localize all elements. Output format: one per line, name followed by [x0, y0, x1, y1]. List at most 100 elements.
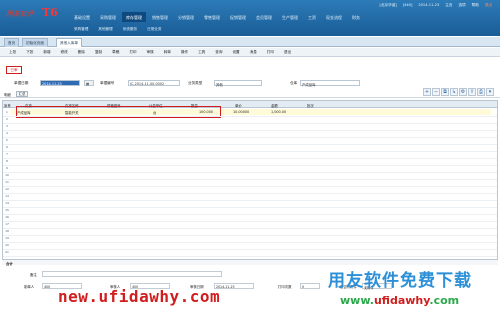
toolbar-button[interactable]: 打印 — [262, 48, 279, 56]
toolbar-button[interactable]: 上张 — [4, 48, 21, 56]
col-batch[interactable]: 批次 — [307, 103, 314, 108]
audited-badge: 已审 — [6, 66, 22, 74]
watermark-url: new.ufidawhy.com — [58, 287, 221, 306]
tab-other-inbound[interactable]: 其他入库单 — [56, 38, 82, 47]
insert-row-icon[interactable]: ↳ — [450, 88, 458, 96]
row-divider — [3, 136, 497, 138]
toolbar-button[interactable]: 工具 — [193, 48, 210, 56]
main-menu: 基础设置 采购管理 库存管理 销售管理 分销管理 零售管理 促销管理 会员管理 … — [70, 12, 364, 22]
doc-no-field[interactable]: IC-2014-11-00-0002 — [128, 80, 180, 86]
delete-row-icon[interactable]: − — [432, 88, 440, 96]
toolbar-button[interactable]: 转单 — [159, 48, 176, 56]
row-number: 10 — [5, 173, 9, 177]
row-number: 6 — [6, 145, 8, 149]
detail-grid: 序号 存货 存货名称 规格型号 计量单位 数量 单价 金额 批次 产成品库 智能… — [2, 100, 498, 263]
menu-item[interactable]: 分销管理 — [174, 12, 198, 22]
toolbar-button[interactable]: 操作 — [176, 48, 193, 56]
sub-menu: 采购管理 其他管理 系统服务 日常业务 — [70, 24, 166, 34]
add-row-icon[interactable]: + — [423, 88, 431, 96]
toolbar-button[interactable]: 审核 — [142, 48, 159, 56]
settings-icon[interactable]: ⚙ — [459, 88, 467, 96]
date-field[interactable]: 2014-11-23 — [40, 80, 80, 86]
toolbar-button[interactable]: 设置 — [227, 48, 244, 56]
table-row[interactable]: 产成品库 智能开关 台 100.000 10.00000 1,000.00 — [11, 109, 491, 115]
exit-link[interactable]: 退出 — [485, 3, 492, 8]
menu-item[interactable]: 现金流程 — [322, 12, 346, 22]
col-spec[interactable]: 规格型号 — [107, 103, 121, 108]
row-number: 15 — [5, 208, 9, 212]
cell-name[interactable]: 智能开关 — [65, 110, 79, 115]
home-link[interactable]: 主页 — [445, 3, 452, 8]
logo-brand: T6 — [42, 6, 58, 19]
menu-item[interactable]: 库存管理 — [122, 12, 146, 22]
submenu-item[interactable]: 系统服务 — [119, 24, 141, 34]
menu-item[interactable]: 工资 — [304, 12, 320, 22]
filter-icon[interactable]: ▾ — [486, 88, 494, 96]
cell-price[interactable]: 10.00000 — [233, 110, 249, 114]
tab-home[interactable]: 首页 — [4, 38, 20, 47]
calendar-icon[interactable]: ▦ — [84, 80, 94, 86]
row-divider — [3, 129, 497, 131]
toolbar-button[interactable]: 打印 — [124, 48, 141, 56]
cell-amount[interactable]: 1,000.00 — [271, 110, 286, 114]
logo-text: 用友软件 — [6, 10, 34, 18]
doc-no-label: 单据编号 — [100, 81, 115, 85]
submenu-item[interactable]: 其他管理 — [94, 24, 116, 34]
col-price[interactable]: 单价 — [235, 103, 242, 108]
toolbar-button[interactable]: 消息 — [245, 48, 262, 56]
help-link[interactable]: 帮助 — [472, 3, 479, 8]
menu-item[interactable]: 基础设置 — [70, 12, 94, 22]
row-number: 4 — [6, 131, 8, 135]
toolbar-button[interactable]: 下张 — [21, 48, 38, 56]
toolbar-button[interactable]: 复制 — [90, 48, 107, 56]
row-divider — [3, 199, 497, 201]
totals-row: 合计 — [2, 259, 498, 266]
warehouse-field[interactable]: 产成品库 — [300, 80, 360, 87]
cell-sku[interactable]: 产成品库 — [17, 110, 31, 115]
memo-field[interactable] — [42, 271, 222, 277]
toolbar-button[interactable]: 删除 — [73, 48, 90, 56]
account-id: [440] — [402, 3, 413, 7]
menu-item[interactable]: 销售管理 — [148, 12, 172, 22]
tab-strip: 首页 初始化页面 其他入库单 — [0, 37, 500, 47]
col-qty[interactable]: 数量 — [191, 103, 198, 108]
company-name: [北京华诚] — [379, 3, 397, 7]
print-count-label: 打印次数 — [278, 285, 292, 289]
submenu-item[interactable]: 采购管理 — [70, 24, 92, 34]
menu-item[interactable]: 生产管理 — [278, 12, 302, 22]
row-number-header: 序号 — [4, 103, 11, 108]
cell-unit[interactable]: 台 — [153, 110, 156, 115]
menu-item[interactable]: 财务 — [348, 12, 364, 22]
options-link[interactable]: 选项 — [458, 3, 465, 8]
header-info: [北京华诚] [440] 2014-11-23 主页 选项 帮助 退出 — [380, 3, 493, 8]
col-unit[interactable]: 计量单位 — [149, 103, 163, 108]
toolbar-button[interactable]: 草稿 — [107, 48, 124, 56]
menu-item[interactable]: 采购管理 — [96, 12, 120, 22]
row-divider — [3, 115, 497, 117]
toolbar-button[interactable]: 新增 — [38, 48, 55, 56]
submenu-item[interactable]: 日常业务 — [143, 24, 165, 34]
col-sku[interactable]: 存货 — [25, 103, 32, 108]
menu-item[interactable]: 零售管理 — [200, 12, 224, 22]
summary-button[interactable]: 汇总 — [16, 91, 28, 97]
cell-qty[interactable]: 100.000 — [199, 110, 213, 114]
watermark-brand: 用友软件免费下载 — [328, 271, 472, 291]
row-divider — [3, 227, 497, 229]
copy-row-icon[interactable]: ⧉ — [441, 88, 449, 96]
row-divider — [3, 220, 497, 222]
menu-item[interactable]: 会员管理 — [252, 12, 276, 22]
tab-init[interactable]: 初始化页面 — [22, 38, 48, 47]
col-name[interactable]: 存货名称 — [65, 103, 79, 108]
toolbar-button[interactable]: 修改 — [56, 48, 73, 56]
memo-label: 备注 — [30, 273, 37, 277]
row-number: 12 — [5, 187, 9, 191]
export-icon[interactable]: ⇪ — [468, 88, 476, 96]
total-label: 合计 — [6, 262, 13, 266]
biz-type-select[interactable]: 其他 — [214, 80, 262, 87]
menu-item[interactable]: 促销管理 — [226, 12, 250, 22]
toolbar-button[interactable]: 查询 — [210, 48, 227, 56]
print-icon[interactable]: ⎙ — [477, 88, 485, 96]
col-amount[interactable]: 金额 — [271, 103, 278, 108]
toolbar-button[interactable]: 退出 — [279, 48, 296, 56]
row-divider — [3, 171, 497, 173]
